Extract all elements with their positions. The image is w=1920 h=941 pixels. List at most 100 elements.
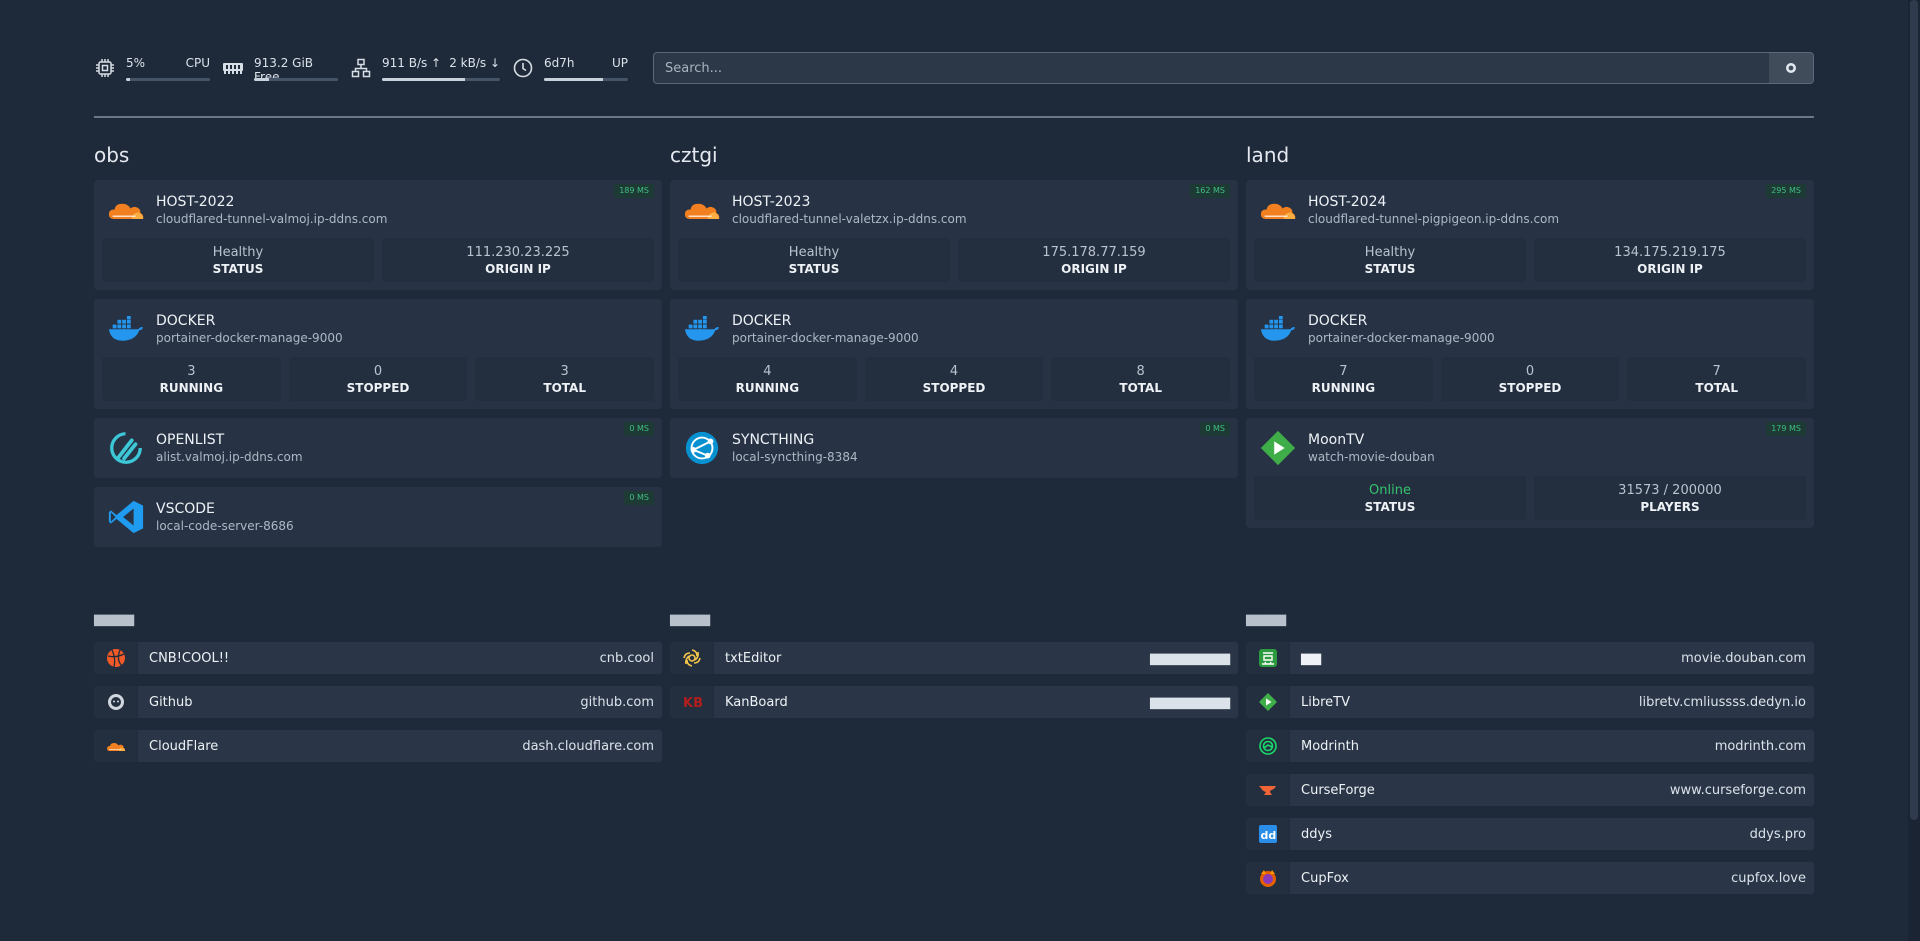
service-stats: Healthy STATUS 134.175.219.175 ORIGIN IP <box>1254 238 1806 282</box>
stat-origin-ip: 111.230.23.225 ORIGIN IP <box>382 238 654 282</box>
stat-value: 0 <box>1525 363 1535 379</box>
service-stats: 4 RUNNING 4 STOPPED 8 TOTAL <box>678 357 1231 401</box>
search-input[interactable] <box>654 52 1769 84</box>
service-card-syncthing[interactable]: 0 MS SYNCTHING local-syncthing-8384 <box>670 418 1238 478</box>
service-card-docker[interactable]: DOCKER portainer-docker-manage-9000 4 RU… <box>670 299 1238 409</box>
stat-origin-ip: 175.178.77.159 ORIGIN IP <box>958 238 1230 282</box>
search-engine-icon <box>1786 63 1796 73</box>
page-scrollbar[interactable] <box>1908 0 1920 941</box>
scrollbar-thumb[interactable] <box>1910 0 1918 820</box>
service-group-obs: obs 189 MS HOST-2022 cloudflared-tunnel-v… <box>94 142 662 556</box>
bookmark-url: modrinth.com <box>1714 738 1806 754</box>
ping-badge: 295 MS <box>1766 184 1806 198</box>
search-engine-button[interactable] <box>1769 53 1813 83</box>
stat-status: Healthy STATUS <box>1254 238 1526 282</box>
service-card-vscode[interactable]: 0 MS VSCODE local-code-server-8686 <box>94 487 662 547</box>
stat-value: 3 <box>560 363 569 379</box>
service-name: HOST-2024 <box>1308 194 1387 210</box>
bookmark-name: LibreTV <box>1301 694 1350 710</box>
stat-label: ORIGIN IP <box>485 261 551 276</box>
search-box <box>653 52 1814 84</box>
bookmark-url: libretv.cmliussss.dedyn.io <box>1638 694 1806 710</box>
cnb-icon <box>94 642 138 674</box>
stat-players: 31573 / 200000 PLAYERS <box>1534 476 1806 520</box>
bookmark-link[interactable]: LibreTV libretv.cmliussss.dedyn.io <box>1246 686 1814 718</box>
stat-label: STOPPED <box>922 380 986 395</box>
bookmark-link[interactable]: txtEditor ▆▆▆▆▆▆▆▆ <box>670 642 1238 674</box>
stat-label: TOTAL <box>1695 380 1738 395</box>
openlist-icon <box>104 426 148 470</box>
network-widget: 911 B/s ↑ 2 kB/s ↓ <box>350 56 500 81</box>
bookmark-link[interactable]: Modrinth modrinth.com <box>1246 730 1814 762</box>
service-card-openlist[interactable]: 0 MS OPENLIST alist.valmoj.ip-ddns.com <box>94 418 662 478</box>
service-description: local-code-server-8686 <box>156 519 294 533</box>
docker-icon <box>104 307 148 351</box>
bookmark-link[interactable]: dd ddys ddys.pro <box>1246 818 1814 850</box>
bookmark-link[interactable]: KB KanBoard ▆▆▆▆▆▆▆▆ <box>670 686 1238 718</box>
service-card-docker[interactable]: DOCKER portainer-docker-manage-9000 3 RU… <box>94 299 662 409</box>
stat-label: STATUS <box>788 261 840 276</box>
service-card-host-2023[interactable]: 162 MS HOST-2023 cloudflared-tunnel-vale… <box>670 180 1238 290</box>
openai-icon <box>670 642 714 674</box>
memory-usage-bar <box>254 77 338 81</box>
stat-label: TOTAL <box>543 380 586 395</box>
service-group-cztgi: cztgi 162 MS HOST-2023 cloudflared-tunnel… <box>670 142 1238 487</box>
cloudflare-icon <box>680 188 724 232</box>
cpu-icon <box>94 57 116 79</box>
cpu-usage-bar <box>126 77 210 81</box>
service-card-host-2022[interactable]: 189 MS HOST-2022 cloudflared-tunnel-valm… <box>94 180 662 290</box>
cpu-label: CPU <box>185 55 210 70</box>
stat-value: Healthy <box>1364 244 1416 260</box>
stat-label: TOTAL <box>1119 380 1162 395</box>
bookmark-name: CurseForge <box>1301 782 1375 798</box>
bookmark-url: ▆▆▆▆▆▆▆▆ <box>1150 650 1230 666</box>
info-widgets-bar: 5% CPU 913.2 GiB Free 911 B/s ↑ 2 kB/s ↓ 6… <box>94 52 1814 84</box>
group-title: cztgi <box>670 143 718 167</box>
stat-label: ORIGIN IP <box>1061 261 1127 276</box>
curseforge-icon <box>1246 774 1290 806</box>
service-card-host-2024[interactable]: 295 MS HOST-2024 cloudflared-tunnel-pigp… <box>1246 180 1814 290</box>
memory-usage-fill <box>254 77 270 81</box>
bookmark-link[interactable]: Github github.com <box>94 686 662 718</box>
cloudflare-icon <box>1256 188 1300 232</box>
stat-status: Online STATUS <box>1254 476 1526 520</box>
stat-value: 4 <box>763 363 772 379</box>
service-description: local-syncthing-8384 <box>732 450 858 464</box>
stat-value: 134.175.219.175 <box>1614 244 1726 260</box>
bookmark-url: www.curseforge.com <box>1669 782 1806 798</box>
cpu-value: 5% <box>126 55 146 70</box>
stat-label: STATUS <box>1364 261 1416 276</box>
bookmark-link[interactable]: CNB!COOL!! cnb.cool <box>94 642 662 674</box>
bookmark-link[interactable]: CloudFlare dash.cloudflare.com <box>94 730 662 762</box>
ping-badge: 189 MS <box>614 184 654 198</box>
header-divider <box>94 116 1814 118</box>
bookmark-group: ▆▆▆▆ ▆▆ movie.douban.com LibreTV libretv… <box>1246 612 1814 906</box>
bookmark-link[interactable]: ▆▆ movie.douban.com <box>1246 642 1814 674</box>
moontv-icon <box>1256 426 1300 470</box>
bookmark-url: movie.douban.com <box>1681 650 1806 666</box>
service-name: SYNCTHING <box>732 432 815 448</box>
stat-value: 7 <box>1712 363 1721 379</box>
service-card-docker[interactable]: DOCKER portainer-docker-manage-9000 7 RU… <box>1246 299 1814 409</box>
stat-value: 4 <box>949 363 959 379</box>
syncthing-icon <box>680 426 724 470</box>
ping-badge: 0 MS <box>624 422 654 436</box>
bookmark-url: github.com <box>580 694 654 710</box>
service-name: DOCKER <box>1308 313 1368 329</box>
stat-stopped: 4 STOPPED <box>864 357 1044 401</box>
bookmark-url: ddys.pro <box>1749 826 1806 842</box>
bookmark-name: ddys <box>1301 826 1332 842</box>
stat-value: Healthy <box>788 244 840 260</box>
bookmark-name: KanBoard <box>725 694 788 710</box>
service-name: DOCKER <box>732 313 792 329</box>
bookmark-link[interactable]: CupFox cupfox.love <box>1246 862 1814 894</box>
cupfox-icon <box>1246 862 1290 894</box>
service-name: VSCODE <box>156 501 215 517</box>
service-stats: 7 RUNNING 0 STOPPED 7 TOTAL <box>1254 357 1807 401</box>
bookmark-link[interactable]: CurseForge www.curseforge.com <box>1246 774 1814 806</box>
service-card-moontv[interactable]: 179 MS MoonTV watch-movie-douban Online … <box>1246 418 1814 528</box>
stat-value: Online <box>1369 482 1411 498</box>
service-name: DOCKER <box>156 313 216 329</box>
stat-value: 8 <box>1136 363 1145 379</box>
service-stats: Healthy STATUS 175.178.77.159 ORIGIN IP <box>678 238 1230 282</box>
